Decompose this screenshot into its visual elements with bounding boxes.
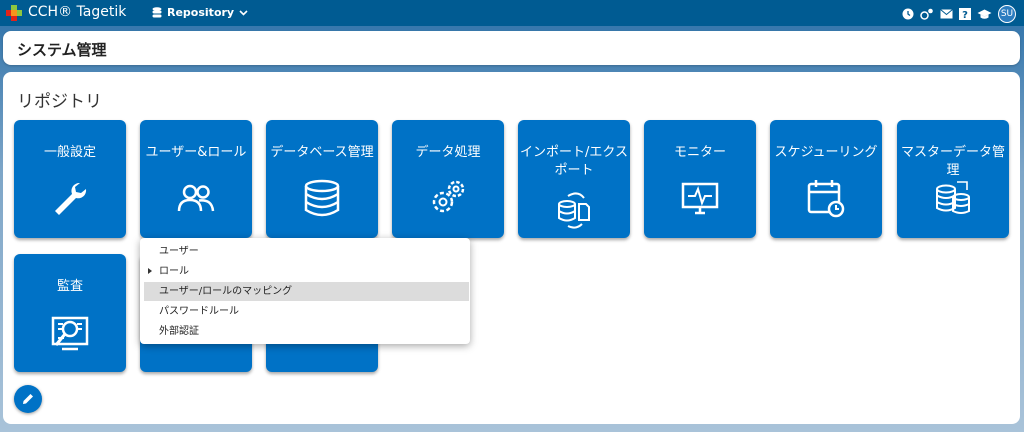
database-icon [304,179,340,217]
tile-general-settings[interactable]: 一般設定 [14,120,126,238]
tile-master-data-management[interactable]: マスターデータ管理 [897,120,1009,238]
brand-name: CCH® Tagetik [28,4,127,20]
menu-item-users[interactable]: ユーザー [144,242,469,261]
page-title: システム管理 [17,41,107,59]
repository-selector[interactable]: Repository [152,6,248,19]
tile-label: データ処理 [415,145,481,160]
menu-item-roles[interactable]: ロール [144,262,469,281]
help-icon[interactable]: ? [959,8,971,20]
wrench-icon [55,182,87,215]
master-data-icon [936,181,970,214]
gears-icon [432,180,465,213]
avatar[interactable]: SU [998,5,1016,23]
tile-database-management[interactable]: データベース管理 [266,120,378,238]
tile-label: ユーザー&ロール [145,145,247,160]
calendar-clock-icon [807,180,845,218]
tile-users-roles[interactable]: ユーザー&ロール [140,120,252,238]
section-title: リポジトリ [17,92,102,112]
import-export-icon [558,192,590,229]
graduation-cap-icon[interactable] [977,9,992,20]
menu-item-password-rules[interactable]: パスワードルール [144,302,469,321]
mail-icon[interactable] [940,9,953,19]
audit-icon [51,316,89,351]
menu-item-external-auth[interactable]: 外部認証 [144,322,469,341]
settings-user-icon[interactable] [920,8,934,20]
tile-monitor[interactable]: モニター [644,120,756,238]
users-icon [177,184,215,212]
caret-right-icon [148,268,152,274]
monitor-icon [681,182,719,215]
top-bar: CCH® Tagetik Repository ? SU [0,0,1024,26]
tile-label: モニター [673,145,726,160]
edit-button[interactable] [14,385,42,413]
header-actions: ? SU [902,5,1016,23]
tile-data-processing[interactable]: データ処理 [392,120,504,238]
tile-label: スケジューリング [774,145,878,160]
tile-audit[interactable]: 監査 [14,254,126,372]
tile-label: マスターデータ管理 [900,145,1005,178]
tile-label: 一般設定 [43,145,96,160]
tile-label: 監査 [56,279,83,294]
clock-icon[interactable] [902,8,914,20]
users-roles-menu: ユーザー ロール ユーザー/ロールのマッピング パスワードルール 外部認証 [140,238,470,344]
tile-label: インポート/エクスポート [520,145,628,178]
menu-item-user-role-mapping[interactable]: ユーザー/ロールのマッピング [144,282,469,301]
svg-text:?: ? [962,10,968,20]
chevron-down-icon [239,9,248,16]
tagetik-logo-icon [6,5,22,21]
pencil-icon [23,394,33,404]
tile-import-export[interactable]: インポート/エクスポート [518,120,630,238]
page-title-bar: システム管理 [3,31,1020,65]
tile-label: データベース管理 [270,145,374,160]
repository-label: Repository [167,6,235,19]
tile-scheduling[interactable]: スケジューリング [770,120,882,238]
database-icon [152,6,162,17]
